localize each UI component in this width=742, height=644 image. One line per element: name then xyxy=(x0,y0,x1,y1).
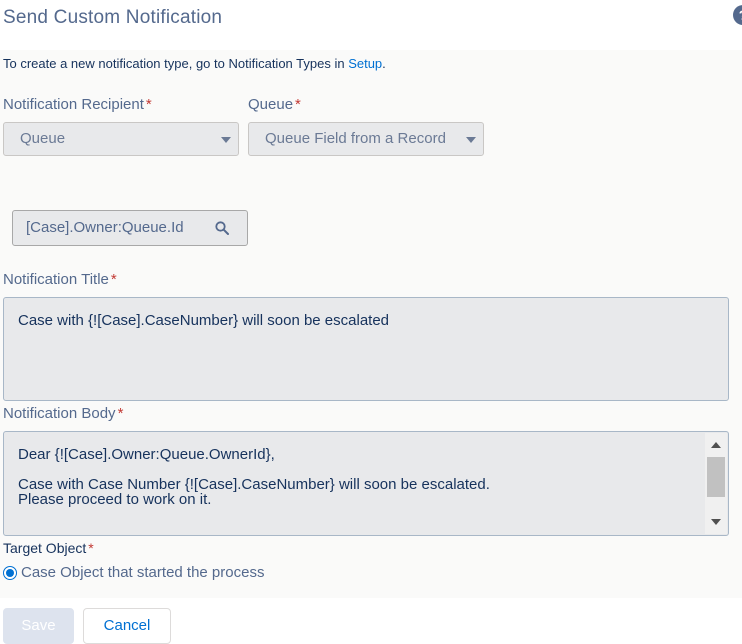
setup-link[interactable]: Setup xyxy=(348,56,382,71)
recipient-label: Notification Recipient * xyxy=(3,96,152,113)
title-field-label: Notification Title * xyxy=(3,271,117,288)
cancel-button[interactable]: Cancel xyxy=(83,608,171,644)
queue-label-text: Queue xyxy=(248,96,294,113)
body-line-1: Dear {![Case].Owner:Queue.OwnerId}, xyxy=(18,446,275,463)
scroll-up-icon[interactable] xyxy=(711,442,721,448)
title-field-value: Case with {![Case].CaseNumber} will soon… xyxy=(18,312,390,329)
body-line-2: Case with Case Number {![Case].CaseNumbe… xyxy=(18,476,490,493)
notification-title-textarea[interactable]: Case with {![Case].CaseNumber} will soon… xyxy=(3,297,729,401)
queue-field-value: [Case].Owner:Queue.Id xyxy=(26,219,184,236)
required-marker: * xyxy=(145,96,152,113)
radio-selected-dot xyxy=(6,569,14,577)
chevron-down-icon xyxy=(466,137,476,143)
dialog-header: Send Custom Notification ? xyxy=(0,0,742,50)
search-icon[interactable] xyxy=(215,221,229,235)
info-suffix: . xyxy=(382,56,386,71)
help-icon[interactable]: ? xyxy=(733,5,742,25)
chevron-down-icon xyxy=(221,137,231,143)
target-object-radio[interactable] xyxy=(3,566,17,580)
queue-select-value: Queue Field from a Record xyxy=(265,130,446,147)
title-field-label-text: Notification Title xyxy=(3,271,109,288)
body-scrollbar[interactable] xyxy=(705,433,727,534)
info-message: To create a new notification type, go to… xyxy=(3,56,349,71)
save-button[interactable]: Save xyxy=(3,608,74,644)
body-line-3: Please proceed to work on it. xyxy=(18,491,212,508)
target-object-option-label: Case Object that started the process xyxy=(21,564,265,581)
scroll-down-icon[interactable] xyxy=(711,519,721,525)
required-marker: * xyxy=(110,271,117,288)
required-marker: * xyxy=(117,405,124,422)
target-object-label: Target Object * xyxy=(3,540,94,556)
queue-select[interactable]: Queue Field from a Record xyxy=(248,122,484,156)
scrollbar-thumb[interactable] xyxy=(707,457,725,497)
recipient-select-value: Queue xyxy=(20,130,66,147)
queue-field-input[interactable]: [Case].Owner:Queue.Id xyxy=(12,210,248,246)
target-object-label-text: Target Object xyxy=(3,540,87,556)
dialog-title: Send Custom Notification xyxy=(3,7,223,28)
notification-body-textarea[interactable]: Dear {![Case].Owner:Queue.OwnerId}, Case… xyxy=(3,431,729,536)
required-marker: * xyxy=(295,96,301,113)
body-field-label-text: Notification Body xyxy=(3,405,116,422)
info-text: To create a new notification type, go to… xyxy=(3,56,386,71)
queue-label: Queue * xyxy=(248,96,301,113)
recipient-select[interactable]: Queue xyxy=(3,122,239,156)
body-field-label: Notification Body * xyxy=(3,405,123,422)
required-marker: * xyxy=(88,540,94,556)
recipient-label-text: Notification Recipient xyxy=(3,96,144,113)
